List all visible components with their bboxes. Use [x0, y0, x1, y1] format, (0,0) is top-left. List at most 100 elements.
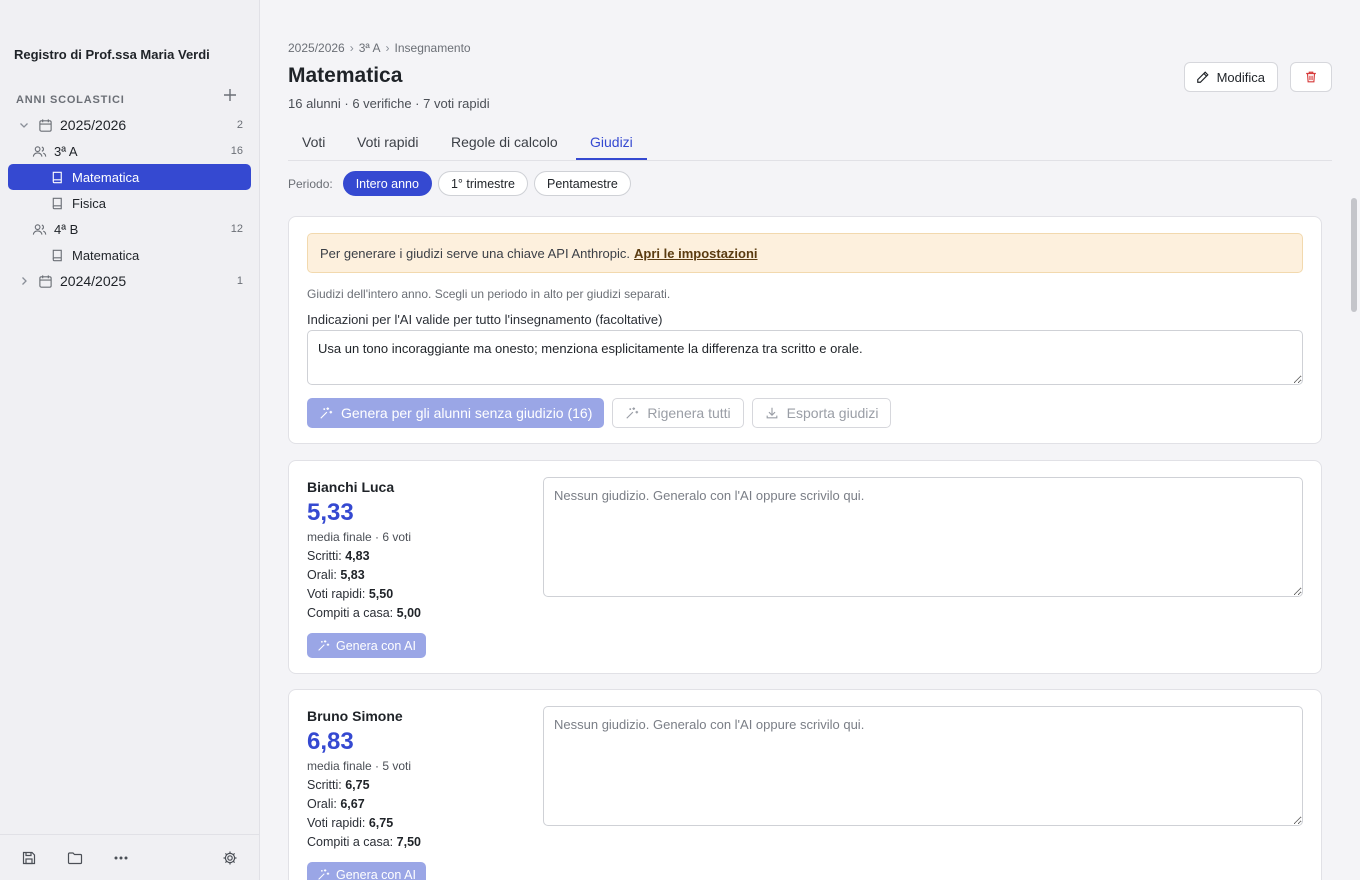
grade-label: Voti rapidi: — [307, 587, 366, 601]
open-settings-link[interactable]: Apri le impostazioni — [634, 246, 758, 261]
folder-icon[interactable] — [67, 850, 83, 866]
generate-ai-label: Genera con AI — [336, 867, 416, 880]
tree-item-year[interactable]: 2025/2026 2 — [8, 112, 251, 138]
scrollbar-thumb[interactable] — [1351, 198, 1357, 312]
save-icon[interactable] — [21, 850, 37, 866]
book-icon — [52, 197, 62, 209]
grade-value: 5,50 — [368, 587, 394, 601]
ai-actions: Genera per gli alunni senza giudizio (16… — [307, 398, 892, 428]
tree-item-label: Matematica — [72, 169, 140, 185]
tree-item-label: 2025/2026 — [60, 117, 127, 133]
calendar-icon — [39, 118, 52, 132]
generate-missing-label: Genera per gli alunni senza giudizio (16… — [341, 405, 593, 421]
export-label: Esporta giudizi — [786, 405, 879, 421]
sparkles-icon — [320, 407, 333, 419]
regenerate-all-button[interactable]: Rigenera tutti — [612, 398, 744, 428]
calendar-icon — [39, 274, 52, 288]
tree-item-label: 4ª B — [54, 221, 79, 237]
delete-button[interactable] — [1290, 62, 1332, 92]
edit-button-label: Modifica — [1216, 69, 1265, 85]
tree-item-count: 1 — [236, 275, 243, 287]
chevron-right-icon[interactable] — [18, 275, 30, 287]
users-icon — [32, 223, 47, 235]
generate-ai-button[interactable]: Genera con AI — [307, 633, 426, 658]
student-meta: media finale · 5 voti — [307, 759, 412, 773]
tree-item-label: Matematica — [72, 247, 140, 263]
tree-item-count: 16 — [230, 145, 243, 157]
sidebar-footer — [0, 834, 259, 880]
page-subtitle: 16 alunni · 6 verifiche · 7 voti rapidi — [288, 96, 490, 111]
pencil-icon — [1196, 71, 1209, 83]
sparkles-icon — [318, 869, 330, 880]
ai-instructions-input[interactable]: Usa un tono incoraggiante ma onesto; men… — [307, 330, 1303, 385]
student-meta: media finale · 6 voti — [307, 530, 412, 544]
grade-line-voti-rapidi: Voti rapidi: 5,50 — [307, 587, 393, 601]
period-selector: Periodo: Intero anno 1° trimestre Pentam… — [288, 171, 637, 196]
student-name: Bianchi Luca — [307, 479, 395, 495]
tree-item-class[interactable]: 3ª A 16 — [8, 138, 251, 164]
users-icon — [32, 145, 47, 157]
trash-icon — [1306, 71, 1316, 83]
student-average: 5,33 — [307, 499, 354, 526]
student-card: Bianchi Luca 5,33 media finale · 6 voti … — [288, 460, 1322, 674]
tab-regole-di-calcolo[interactable]: Regole di calcolo — [437, 126, 572, 160]
export-button[interactable]: Esporta giudizi — [751, 398, 892, 428]
page-title: Matematica — [288, 64, 403, 87]
grade-line-orali: Orali: 5,83 — [307, 568, 365, 582]
breadcrumb-separator: › — [385, 41, 390, 55]
student-average: 6,83 — [307, 728, 354, 755]
judgement-input[interactable] — [543, 706, 1303, 826]
breadcrumb-item[interactable]: 3ª A — [359, 41, 381, 55]
tree-item-label: Fisica — [72, 195, 106, 211]
tree-item-class[interactable]: 4ª B 12 — [8, 216, 251, 242]
grade-line-voti-rapidi: Voti rapidi: 6,75 — [307, 816, 393, 830]
tree-item-label: 2024/2025 — [60, 273, 127, 289]
grade-value: 6,75 — [345, 778, 370, 792]
period-option-trimestre[interactable]: 1° trimestre — [437, 171, 528, 196]
gear-icon[interactable] — [222, 850, 238, 866]
sparkles-icon — [626, 407, 639, 419]
tree-item-subject[interactable]: Matematica — [8, 242, 251, 268]
tabs: Voti Voti rapidi Regole di calcolo Giudi… — [288, 126, 1332, 161]
grade-line-orali: Orali: 6,67 — [307, 797, 365, 811]
grade-line-scritti: Scritti: 4,83 — [307, 549, 370, 563]
chevron-down-icon[interactable] — [18, 119, 30, 131]
period-label: Periodo: — [288, 176, 333, 191]
ai-instructions-label: Indicazioni per l'AI valide per tutto l'… — [307, 312, 663, 327]
download-icon — [766, 407, 778, 419]
plus-icon[interactable] — [222, 87, 238, 103]
api-key-alert: Per generare i giudizi serve una chiave … — [307, 233, 1303, 273]
grade-value: 4,83 — [345, 549, 370, 563]
app-title: Registro di Prof.ssa Maria Verdi — [14, 47, 210, 62]
period-option-intero-anno[interactable]: Intero anno — [342, 171, 432, 196]
generate-ai-label: Genera con AI — [336, 638, 416, 653]
grade-label: Scritti: — [307, 778, 342, 792]
grade-value: 7,50 — [396, 835, 421, 849]
generate-missing-button[interactable]: Genera per gli alunni senza giudizio (16… — [307, 398, 605, 428]
tree-item-subject-active[interactable]: Matematica — [8, 164, 251, 190]
grade-line-compiti: Compiti a casa: 7,50 — [307, 835, 421, 849]
period-note: Giudizi dell'intero anno. Scegli un peri… — [307, 287, 671, 301]
period-option-pentamestre[interactable]: Pentamestre — [534, 171, 631, 196]
section-header: ANNI SCOLASTICI — [16, 87, 244, 106]
edit-button[interactable]: Modifica — [1183, 62, 1278, 92]
grade-value: 5,83 — [340, 568, 365, 582]
tree-item-year[interactable]: 2024/2025 1 — [8, 268, 251, 294]
tab-voti[interactable]: Voti — [288, 126, 339, 160]
judgement-input[interactable] — [543, 477, 1303, 597]
breadcrumb-item[interactable]: 2025/2026 — [288, 41, 345, 55]
grade-label: Compiti a casa: — [307, 835, 394, 849]
book-icon — [52, 171, 62, 183]
breadcrumb-item: Insegnamento — [394, 41, 471, 55]
grade-value: 6,67 — [340, 797, 365, 811]
tab-giudizi[interactable]: Giudizi — [576, 126, 647, 160]
grade-line-scritti: Scritti: 6,75 — [307, 778, 370, 792]
generate-ai-button[interactable]: Genera con AI — [307, 862, 426, 880]
grade-line-compiti: Compiti a casa: 5,00 — [307, 606, 421, 620]
tree-item-subject[interactable]: Fisica — [8, 190, 251, 216]
sidebar: Registro di Prof.ssa Maria Verdi ANNI SC… — [0, 0, 260, 880]
ai-settings-card: Per generare i giudizi serve una chiave … — [288, 216, 1322, 444]
grade-value: 6,75 — [368, 816, 394, 830]
tab-voti-rapidi[interactable]: Voti rapidi — [343, 126, 432, 160]
more-icon[interactable] — [113, 850, 129, 866]
